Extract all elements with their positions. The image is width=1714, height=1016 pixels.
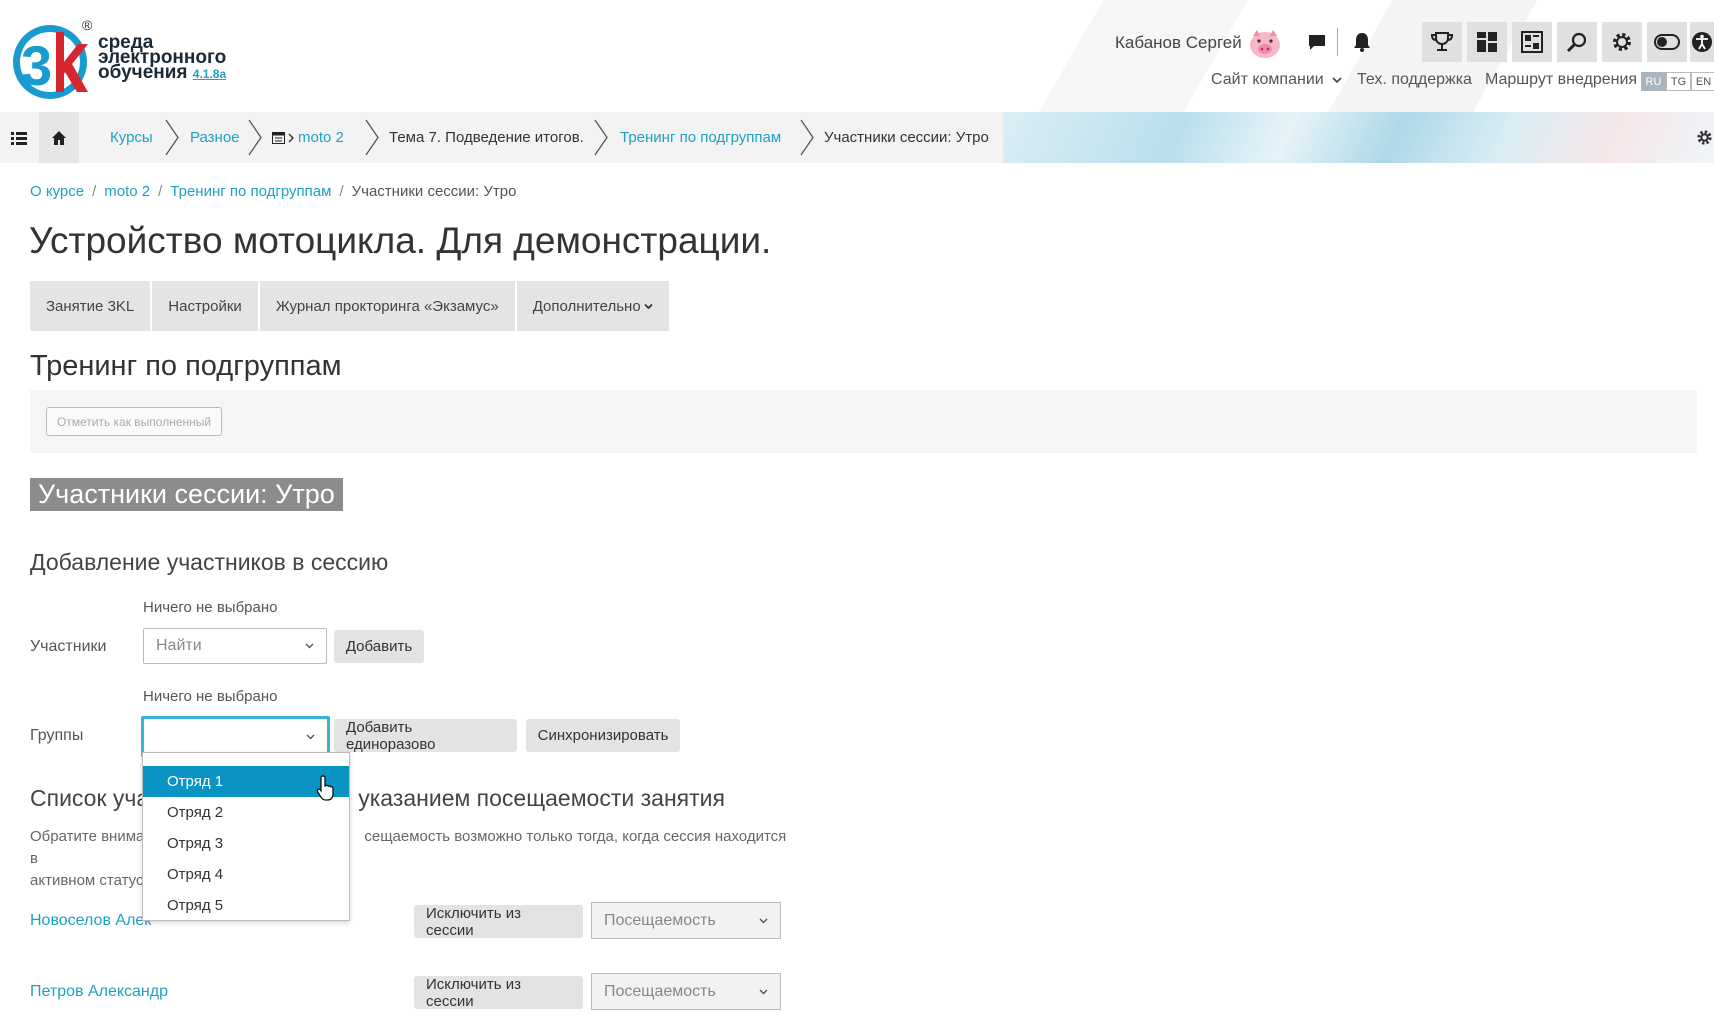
tab-more-label: Дополнительно — [532, 297, 641, 315]
course-navbar: Курсы Разное moto 2 Тема 7. Подведение и… — [0, 112, 1714, 163]
lang-tg[interactable]: TG — [1666, 72, 1691, 91]
chevron-down-icon — [306, 734, 315, 740]
exclude-from-session-button[interactable]: Исключить из сессии — [414, 905, 583, 939]
attendance-heading-right: указанием посещаемости занятия — [358, 785, 725, 811]
groups-select[interactable] — [141, 716, 330, 757]
notifications-bell-icon[interactable] — [1342, 22, 1382, 62]
navbar-settings-gear-icon[interactable] — [1695, 112, 1714, 163]
participants-label: Участники — [30, 638, 107, 655]
course-tabs: Занятие 3KL Настройки Журнал прокторинга… — [30, 281, 671, 331]
header-divider — [1337, 28, 1338, 56]
attendance-list-heading: Список уча указанием посещаемости занятия — [30, 785, 725, 812]
logo-line-3: обучения — [98, 62, 188, 83]
courses-book-icon[interactable] — [1512, 22, 1552, 62]
messages-icon[interactable] — [1297, 22, 1337, 62]
completion-panel: Отметить как выполненный — [30, 390, 1697, 453]
lang-en[interactable]: EN — [1691, 72, 1714, 91]
site-logo[interactable]: 3 ® среда электронного обучения 4.1.8a — [12, 17, 242, 104]
group-option[interactable]: Отряд 3 — [143, 828, 349, 859]
breadcrumb-separator: / — [92, 183, 97, 200]
nav-chevron-icon — [248, 119, 262, 156]
tab-3kl-lesson[interactable]: Занятие 3KL — [30, 281, 153, 331]
home-icon[interactable] — [39, 112, 79, 163]
user-avatar[interactable] — [1248, 28, 1282, 60]
tab-proctoring-log[interactable]: Журнал прокторинга «Экзамус» — [259, 281, 517, 331]
note-line1-left: Обратите внима — [30, 828, 145, 845]
nav-courses[interactable]: Курсы — [110, 112, 153, 163]
breadcrumb-separator: / — [158, 183, 163, 200]
tab-more[interactable]: Дополнительно — [516, 281, 671, 331]
svg-text:3: 3 — [21, 34, 52, 97]
attendance-select[interactable]: Посещаемость — [591, 973, 781, 1010]
trophy-icon[interactable] — [1422, 22, 1462, 62]
breadcrumb-about-course[interactable]: О курсе — [30, 183, 84, 200]
groups-label: Группы — [30, 727, 84, 744]
add-participants-heading: Добавление участников в сессию — [30, 549, 389, 575]
nav-topic[interactable]: Тема 7. Подведение итогов. — [389, 112, 584, 163]
participant-name-link[interactable]: Новоселов Алек — [30, 912, 151, 930]
navbar-decoration — [1003, 112, 1714, 163]
breadcrumb-training[interactable]: Тренинг по подгруппам — [170, 183, 331, 200]
breadcrumb: О курсе / moto 2 / Тренинг по подгруппам / Уча… — [30, 183, 516, 200]
search-icon[interactable] — [1557, 22, 1597, 62]
company-site-link[interactable]: Сайт компании — [1211, 71, 1342, 89]
dashboard-grid-icon[interactable] — [1467, 22, 1507, 62]
chevron-down-icon — [759, 918, 768, 924]
nav-course-moto2[interactable]: moto 2 — [272, 112, 344, 163]
attendance-select-placeholder: Посещаемость — [604, 982, 716, 1000]
logo-version[interactable]: 4.1.8a — [193, 67, 226, 81]
participant-name-link[interactable]: Петров Александр — [30, 983, 168, 1001]
breadcrumb-moto2[interactable]: moto 2 — [104, 183, 150, 200]
participants-search-placeholder: Найти — [156, 637, 202, 654]
menu-list-icon[interactable] — [11, 112, 27, 163]
tab-settings[interactable]: Настройки — [152, 281, 260, 331]
nav-misc[interactable]: Разное — [190, 112, 240, 163]
group-option[interactable]: Отряд 4 — [143, 859, 349, 890]
attendance-heading-left: Список уча — [30, 785, 150, 811]
site-header: 3 ® среда электронного обучения 4.1.8a К… — [0, 0, 1714, 112]
user-name[interactable]: Кабанов Сергей — [1115, 33, 1242, 53]
chevron-right-icon — [288, 133, 294, 142]
nav-chevron-icon — [165, 119, 179, 156]
nav-session: Участники сессии: Утро — [824, 129, 989, 146]
add-participant-button[interactable]: Добавить — [334, 630, 424, 663]
chevron-down-icon — [644, 303, 653, 309]
lang-ru[interactable]: RU — [1641, 72, 1666, 91]
synchronize-button[interactable]: Синхронизировать — [526, 719, 680, 752]
hand-pointer-cursor-icon — [316, 775, 334, 801]
add-once-button[interactable]: Добавить единоразово — [334, 719, 517, 753]
module-title: Тренинг по подгруппам — [30, 350, 342, 382]
language-switcher: RU TG EN — [1641, 72, 1714, 91]
nav-chevron-icon — [594, 119, 608, 156]
nav-chevron-icon — [365, 119, 379, 156]
groups-hint: Ничего не выбрано — [143, 688, 278, 705]
mark-done-button[interactable]: Отметить как выполненный — [46, 407, 222, 436]
nav-course-moto2-label: moto 2 — [298, 129, 344, 146]
theme-toggle-icon[interactable] — [1647, 22, 1687, 62]
company-site-label: Сайт компании — [1211, 71, 1324, 88]
breadcrumb-separator: / — [339, 183, 344, 200]
attendance-select[interactable]: Посещаемость — [591, 902, 781, 939]
logo-registered-mark: ® — [82, 17, 93, 33]
calendar-icon — [272, 131, 285, 144]
nav-chevron-icon — [800, 119, 814, 156]
implementation-route-link[interactable]: Маршрут внедрения — [1485, 71, 1637, 89]
logo-line-3-wrap: обучения 4.1.8a — [98, 62, 226, 83]
breadcrumb-current: Участники сессии: Утро — [351, 183, 517, 200]
settings-gear-icon[interactable] — [1602, 22, 1642, 62]
chevron-down-icon — [1332, 77, 1342, 84]
participants-search-select[interactable]: Найти — [143, 628, 327, 664]
participants-hint: Ничего не выбрано — [143, 599, 278, 616]
exclude-from-session-button[interactable]: Исключить из сессии — [414, 976, 583, 1010]
attendance-select-placeholder: Посещаемость — [604, 911, 716, 929]
group-option[interactable]: Отряд 5 — [143, 890, 349, 921]
session-title: Участники сессии: Утро — [30, 478, 343, 511]
page: 3 ® среда электронного обучения 4.1.8a К… — [0, 0, 1714, 1016]
accessibility-icon[interactable] — [1690, 22, 1714, 62]
nav-training[interactable]: Тренинг по подгруппам — [620, 112, 781, 163]
chevron-down-icon — [759, 989, 768, 995]
chevron-down-icon — [305, 643, 314, 649]
support-link[interactable]: Тех. поддержка — [1357, 71, 1472, 89]
page-title: Устройство мотоцикла. Для демонстрации. — [29, 220, 772, 261]
